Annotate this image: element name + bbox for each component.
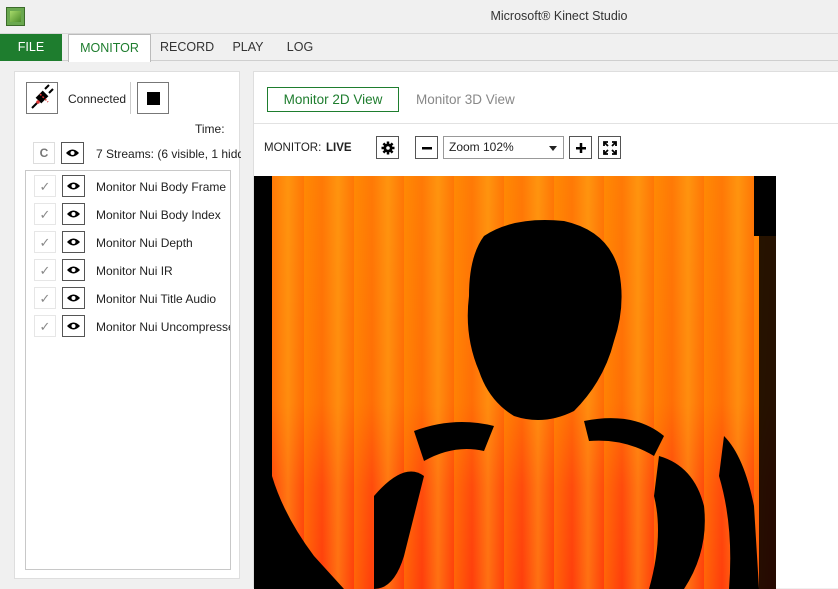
list-item[interactable]: ✓ Monitor Nui Title Audio: [34, 287, 230, 311]
zoom-select[interactable]: Zoom 102%: [443, 136, 564, 159]
dropdown-arrow-icon: [549, 146, 557, 151]
eye-icon: [67, 294, 80, 302]
ribbon-tabs: FILE MONITOR RECORD PLAY LOG: [0, 34, 838, 62]
stop-button[interactable]: [137, 82, 169, 114]
visibility-toggle[interactable]: [62, 259, 85, 281]
toggle-all-visibility-button[interactable]: [61, 142, 84, 164]
eye-icon: [67, 322, 80, 330]
list-item[interactable]: ✓ Monitor Nui Body Frame: [34, 175, 230, 199]
zoom-out-button[interactable]: [415, 136, 438, 159]
eye-icon: [67, 182, 80, 190]
streams-summary: 7 Streams: (6 visible, 1 hidden): [96, 147, 241, 161]
visibility-toggle[interactable]: [62, 287, 85, 309]
monitor-label: MONITOR:: [264, 142, 322, 154]
stream-label: Monitor Nui Depth: [96, 236, 193, 250]
list-item[interactable]: ✓ Monitor Nui Depth: [34, 231, 230, 255]
fit-to-window-icon: [602, 140, 617, 155]
eye-icon: [67, 266, 80, 274]
plug-connect-icon: [31, 84, 54, 109]
stream-list: ✓ Monitor Nui Body Frame ✓ Monitor Nui B…: [25, 170, 231, 570]
visibility-toggle[interactable]: [62, 175, 85, 197]
gear-icon: [381, 141, 394, 154]
monitor-panel: Monitor 2D View Monitor 3D View MONITOR:…: [253, 71, 838, 589]
list-item[interactable]: ✓ Monitor Nui Uncompressed Color: [34, 315, 230, 339]
list-item[interactable]: ✓ Monitor Nui Body Index: [34, 203, 230, 227]
zoom-in-button[interactable]: [569, 136, 592, 159]
settings-button[interactable]: [376, 136, 399, 159]
streams-summary-row: C 7 Streams: (6 visible, 1 hidden): [33, 142, 241, 166]
tab-record[interactable]: RECORD: [160, 34, 214, 61]
person-silhouette: [254, 176, 776, 589]
tab-monitor-2d-view[interactable]: Monitor 2D View: [267, 87, 399, 112]
minus-icon: [421, 146, 432, 149]
stream-label: Monitor Nui Uncompressed Color: [96, 320, 230, 334]
streams-panel: Connected Time: C 7 Streams: (6 visible,…: [14, 71, 241, 579]
list-item[interactable]: ✓ Monitor Nui IR: [34, 259, 230, 283]
fit-to-window-button[interactable]: [598, 136, 621, 159]
eye-icon: [66, 149, 79, 157]
ir-camera-view[interactable]: [254, 176, 776, 589]
tab-monitor-3d-view[interactable]: Monitor 3D View: [416, 92, 515, 107]
visibility-toggle[interactable]: [62, 203, 85, 225]
stream-label: Monitor Nui Body Frame: [96, 180, 227, 194]
toolbar-divider: [130, 82, 131, 114]
check-icon[interactable]: ✓: [34, 175, 56, 197]
check-icon[interactable]: ✓: [34, 315, 56, 337]
plus-icon: [575, 142, 586, 153]
stream-label: Monitor Nui Body Index: [96, 208, 221, 222]
zoom-value: Zoom 102%: [449, 140, 514, 154]
monitor-state: LIVE: [326, 142, 352, 154]
connect-button[interactable]: [26, 82, 58, 114]
eye-icon: [67, 210, 80, 218]
tab-file[interactable]: FILE: [0, 34, 62, 61]
check-icon[interactable]: ✓: [34, 259, 56, 281]
stop-icon: [147, 92, 160, 105]
stream-label: Monitor Nui Title Audio: [96, 292, 217, 306]
window-title: Microsoft® Kinect Studio: [490, 9, 628, 23]
c-button[interactable]: C: [33, 142, 55, 164]
visibility-toggle[interactable]: [62, 315, 85, 337]
time-label: Time:: [195, 122, 225, 136]
eye-icon: [67, 238, 80, 246]
connection-status: Connected: [68, 92, 127, 106]
stream-label: Monitor Nui IR: [96, 264, 173, 278]
tab-monitor[interactable]: MONITOR: [68, 34, 151, 62]
tab-play[interactable]: PLAY: [228, 34, 268, 61]
tab-log[interactable]: LOG: [282, 34, 318, 61]
divider: [254, 123, 838, 124]
title-bar: Microsoft® Kinect Studio: [0, 0, 838, 34]
check-icon[interactable]: ✓: [34, 231, 56, 253]
visibility-toggle[interactable]: [62, 231, 85, 253]
check-icon[interactable]: ✓: [34, 287, 56, 309]
check-icon[interactable]: ✓: [34, 203, 56, 225]
